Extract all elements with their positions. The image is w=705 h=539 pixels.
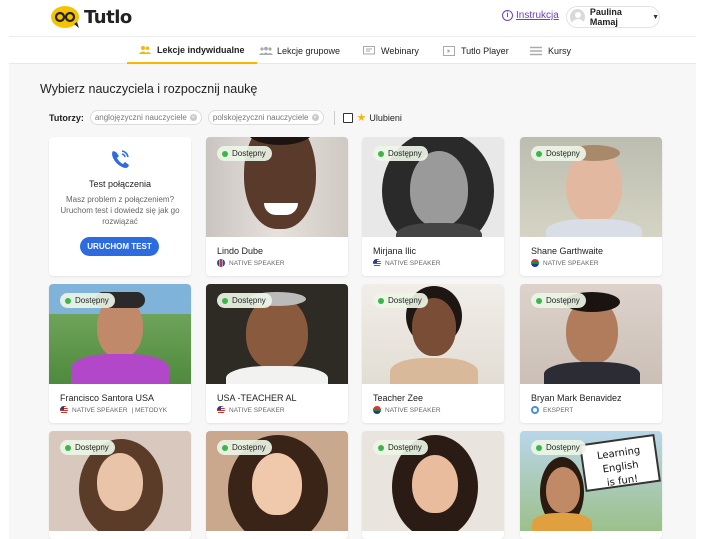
tutor-tag: EKSPERT — [531, 406, 573, 414]
divider — [333, 110, 335, 125]
logo-text: Tutlo — [84, 6, 132, 28]
status-badge: Dostępny — [531, 293, 586, 308]
tab-label: Kursy — [548, 45, 572, 56]
tutor-card[interactable]: Dostępny USA -TEACHER AL NATIVE SPEAKER — [206, 284, 348, 423]
tutor-card[interactable]: Dostępny Teacher Zee NATIVE SPEAKER — [362, 284, 504, 423]
tutor-card[interactable]: Dostępny Shane Garthwaite NATIVE SPEAKER — [520, 137, 662, 276]
tutor-card[interactable]: Dostępny — [362, 431, 504, 539]
favorites-checkbox[interactable] — [342, 112, 353, 123]
main-nav: Lekcje indywidualne Lekcje grupowe Webin… — [9, 36, 696, 64]
run-test-button[interactable]: URUCHOM TEST — [80, 237, 159, 256]
status-badge: Dostępny — [531, 146, 586, 161]
filter-chip-english-teachers[interactable]: anglojęzyczni nauczyciele × — [89, 110, 202, 125]
flag-icon — [531, 259, 539, 267]
tutor-name: Francisco Santora USA — [60, 393, 155, 403]
filter-chip-polish-teachers[interactable]: polskojęzyczni nauczyciele × — [207, 110, 324, 125]
user-name: Paulina Mamaj — [589, 7, 622, 27]
chip-label: polskojęzyczni nauczyciele — [212, 113, 309, 122]
tutor-tag: NATIVE SPEAKER | METODYK — [60, 406, 167, 414]
tab-label: Webinary — [381, 45, 419, 56]
flag-icon — [217, 259, 225, 267]
star-icon: ★ — [356, 112, 367, 124]
tutor-card[interactable]: Dostępny — [206, 431, 348, 539]
tutor-card[interactable]: Dostępny Bryan Mark Benavidez EKSPERT — [520, 284, 662, 423]
status-badge: Dostępny — [531, 440, 586, 455]
tutor-name: USA -TEACHER AL — [217, 393, 297, 403]
instruction-link[interactable]: i Instrukcja — [502, 10, 559, 21]
tutor-name: Lindo Dube — [217, 246, 264, 256]
info-icon: i — [502, 10, 513, 21]
status-badge: Dostępny — [373, 146, 428, 161]
tab-courses[interactable]: Kursy — [530, 37, 571, 64]
chevron-down-icon: ▼ — [652, 13, 659, 21]
tab-webinars[interactable]: Webinary — [363, 37, 419, 64]
status-badge: Dostępny — [217, 293, 272, 308]
tutor-tag: NATIVE SPEAKER — [217, 406, 285, 414]
tab-label: Tutlo Player — [461, 45, 509, 56]
tutor-tag-secondary: METODYK — [135, 406, 168, 414]
favorites-label[interactable]: Ulubieni — [369, 113, 402, 123]
instruction-label: Instrukcja — [516, 10, 559, 21]
page-title: Wybierz nauczyciela i rozpocznij naukę — [40, 82, 258, 96]
avatar — [570, 9, 585, 25]
tab-tutlo-player[interactable]: Tutlo Player — [443, 37, 509, 64]
status-badge: Dostępny — [373, 293, 428, 308]
tutlo-logo-icon — [50, 5, 82, 29]
phone-call-icon — [109, 148, 131, 170]
tutor-tag: NATIVE SPEAKER — [531, 259, 599, 267]
flag-icon — [373, 259, 381, 267]
connection-test-card: Test połączenia Masz problem z połączeni… — [49, 137, 191, 276]
list-icon — [530, 46, 542, 56]
flag-icon — [217, 406, 225, 414]
learning-english-sign: Learning English is fun! — [579, 433, 661, 493]
tab-label: Lekcje indywidualne — [157, 44, 245, 55]
close-icon[interactable]: × — [189, 114, 197, 121]
tutor-filters: Tutorzy: anglojęzyczni nauczyciele × pol… — [49, 110, 402, 125]
tutor-name: Shane Garthwaite — [531, 246, 604, 256]
tutor-name: Mirjana Ilic — [373, 246, 417, 256]
status-badge: Dostępny — [60, 293, 115, 308]
tab-label: Lekcje grupowe — [277, 45, 341, 56]
tutor-name: Bryan Mark Benavidez — [531, 393, 622, 403]
tab-individual-lessons[interactable]: Lekcje indywidualne — [127, 37, 257, 64]
presentation-icon — [363, 45, 375, 56]
users-icon — [139, 45, 151, 55]
tutor-tag: NATIVE SPEAKER — [373, 259, 441, 267]
chip-label: anglojęzyczni nauczyciele — [94, 113, 187, 122]
tutor-card[interactable]: Dostępny Francisco Santora USA NATIVE SP… — [49, 284, 191, 423]
test-card-title: Test połączenia — [88, 179, 152, 189]
flag-icon — [60, 406, 68, 414]
tutor-tag: NATIVE SPEAKER — [373, 406, 441, 414]
expert-icon — [531, 406, 539, 414]
tutlo-logo[interactable]: Tutlo — [50, 5, 132, 29]
tutor-card[interactable]: Dostępny Mirjana Ilic NATIVE SPEAKER — [362, 137, 504, 276]
tutor-card[interactable]: Learning English is fun! Dostępny — [520, 431, 662, 539]
test-card-description: Masz problem z połączeniem? Uruchom test… — [60, 195, 180, 226]
tutor-name: Teacher Zee — [373, 393, 424, 403]
play-icon — [443, 45, 455, 56]
flag-icon — [373, 406, 381, 414]
close-icon[interactable]: × — [311, 114, 319, 121]
user-menu[interactable]: Paulina Mamaj ▼ — [566, 6, 660, 28]
status-badge: Dostępny — [60, 440, 115, 455]
status-badge: Dostępny — [217, 146, 272, 161]
group-icon — [259, 46, 273, 56]
top-header: Tutlo i Instrukcja Paulina Mamaj ▼ — [0, 0, 705, 36]
tutor-tag: NATIVE SPEAKER — [217, 259, 285, 267]
status-badge: Dostępny — [217, 440, 272, 455]
status-badge: Dostępny — [373, 440, 428, 455]
filters-label: Tutorzy: — [49, 112, 84, 123]
tab-group-lessons[interactable]: Lekcje grupowe — [259, 37, 340, 64]
tutor-card[interactable]: Dostępny — [49, 431, 191, 539]
tutor-card[interactable]: Dostępny Lindo Dube NATIVE SPEAKER — [206, 137, 348, 276]
